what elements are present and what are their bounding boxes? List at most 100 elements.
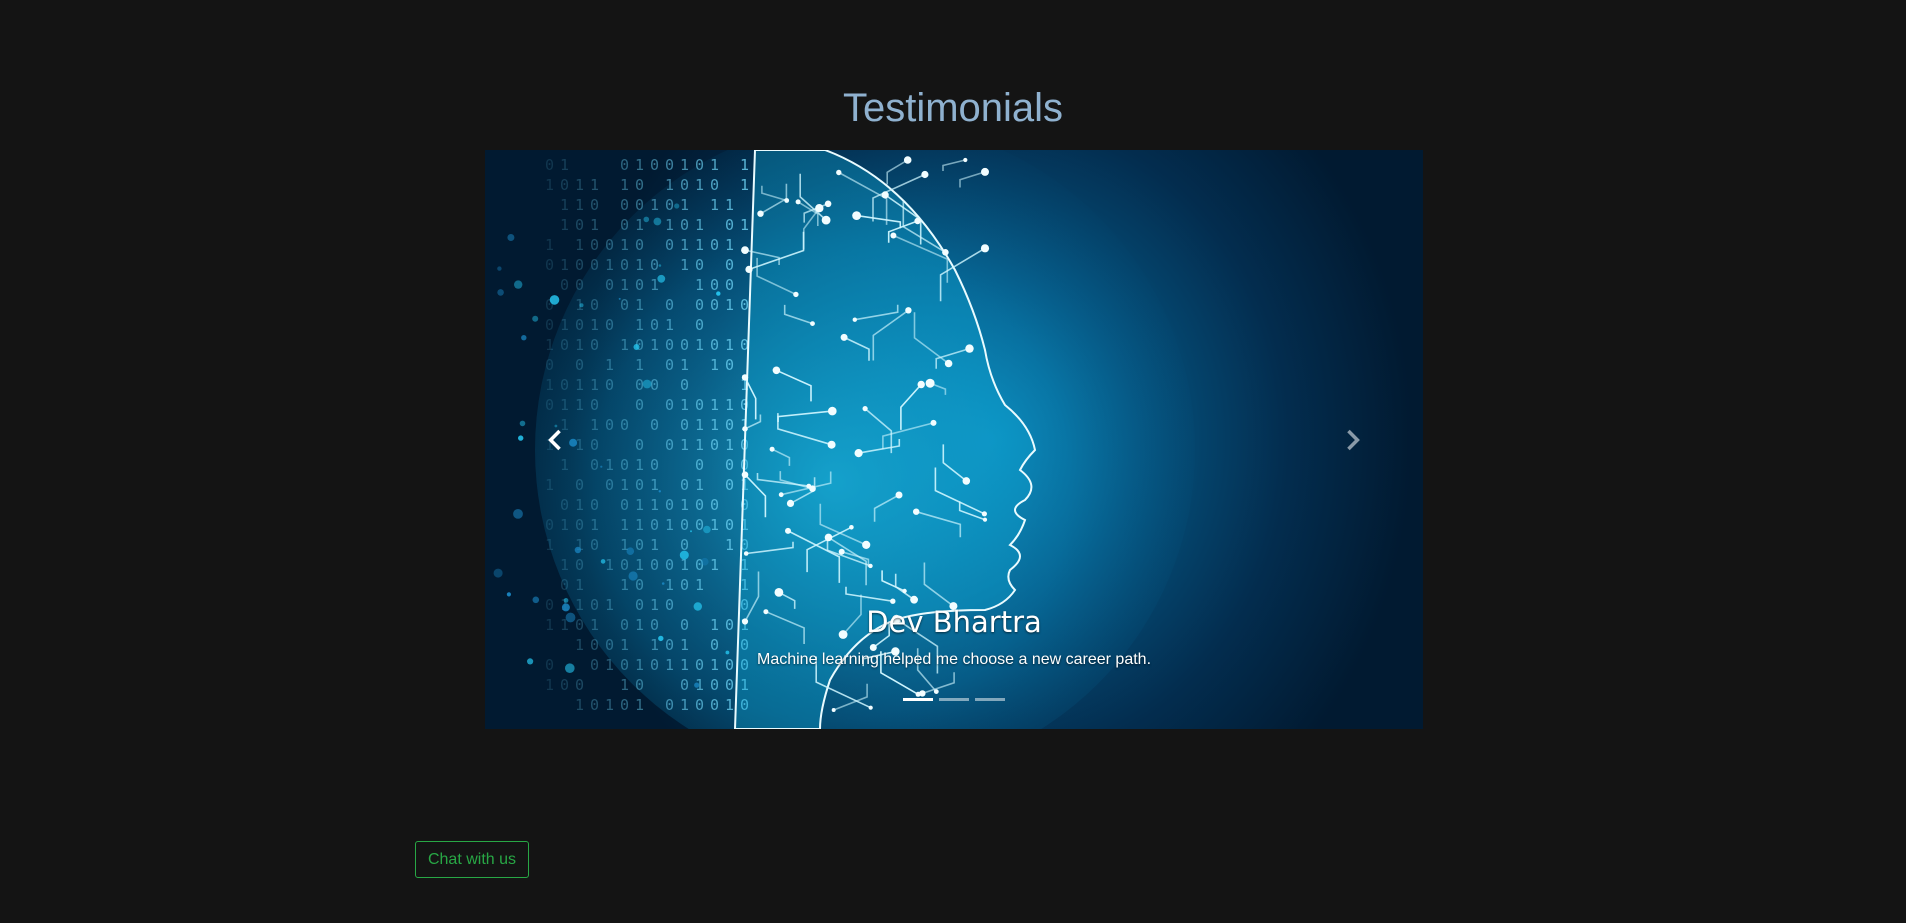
- binary-digit: 0: [725, 216, 734, 234]
- binary-digit: 1: [725, 396, 734, 414]
- binary-digit: 0: [695, 296, 704, 314]
- circuit-node: [895, 491, 903, 499]
- binary-digit: 1: [725, 336, 734, 354]
- particle-dot: [643, 216, 650, 223]
- binary-digit: 0: [680, 576, 689, 594]
- circuit-node: [806, 483, 812, 489]
- chat-with-us-button[interactable]: Chat with us: [415, 841, 529, 878]
- binary-digit: 0: [635, 176, 644, 194]
- binary-digit: 1: [740, 176, 749, 194]
- section-title: Testimonials: [842, 86, 1064, 130]
- binary-digit: 0: [710, 176, 719, 194]
- circuit-node: [917, 380, 925, 389]
- binary-digit: 0: [680, 516, 689, 534]
- circuit-node: [831, 708, 836, 712]
- binary-digit: 1: [710, 516, 719, 534]
- binary-digit: 1: [725, 236, 734, 254]
- binary-digit: 1: [710, 356, 719, 374]
- chevron-left-icon: [548, 429, 561, 450]
- particle-dot: [633, 344, 640, 350]
- circuit-node: [824, 533, 833, 542]
- binary-digit: 0: [665, 556, 674, 574]
- circuit-node: [795, 199, 801, 205]
- circuit-node: [925, 378, 935, 388]
- binary-digit: 1: [695, 236, 704, 254]
- circuit-node: [890, 232, 897, 239]
- binary-digit: 0: [695, 156, 704, 174]
- circuit-node: [862, 406, 868, 412]
- binary-digit: 1: [635, 556, 644, 574]
- binary-digit: 1: [665, 216, 674, 234]
- carousel-indicator-2[interactable]: [939, 698, 969, 701]
- circuit-node: [741, 471, 749, 479]
- circuit-node: [824, 200, 832, 208]
- binary-digit: 0: [650, 556, 659, 574]
- binary-digit: 0: [710, 436, 719, 454]
- circuit-node: [965, 344, 974, 353]
- binary-digit: 1: [665, 316, 674, 334]
- circuit-node: [745, 265, 753, 273]
- binary-digit: 1: [695, 216, 704, 234]
- slide-caption: Dev Bhartra Machine learning helped me c…: [485, 602, 1423, 672]
- circuit-node: [868, 563, 873, 569]
- particle-dot: [657, 274, 666, 283]
- binary-digit: 0: [725, 356, 734, 374]
- binary-digit: 1: [725, 296, 734, 314]
- binary-digit: 1: [635, 216, 644, 234]
- binary-digit: 1: [650, 196, 659, 214]
- carousel-indicators: [485, 698, 1423, 701]
- circuit-node: [933, 689, 939, 694]
- circuit-node: [785, 527, 791, 534]
- particle-dot: [658, 264, 662, 267]
- circuit-node: [982, 517, 988, 522]
- testimonial-carousel: 0110001010110101011011101001110110110110…: [485, 150, 1423, 729]
- carousel-indicator-1[interactable]: [903, 698, 933, 701]
- circuit-node: [838, 548, 845, 555]
- binary-digit: 0: [710, 336, 719, 354]
- page: Testimonials 011000101011010101101110100…: [0, 0, 1906, 923]
- circuit-node: [769, 446, 775, 452]
- carousel-indicator-3[interactable]: [975, 698, 1005, 701]
- circuit-node: [914, 217, 921, 225]
- binary-digit: 1: [695, 336, 704, 354]
- binary-digit: 1: [710, 196, 719, 214]
- binary-digit: 1: [710, 156, 719, 174]
- binary-digit: 0: [650, 316, 659, 334]
- circuit-node: [903, 156, 912, 164]
- circuit-node: [902, 588, 907, 594]
- circuit-node: [840, 333, 848, 341]
- circuit-node: [786, 499, 795, 507]
- circuit-node: [741, 374, 749, 381]
- binary-digit: 0: [665, 496, 674, 514]
- binary-digit: 1: [635, 356, 644, 374]
- binary-digit: 0: [635, 676, 644, 694]
- circuit-node: [981, 511, 987, 517]
- binary-digit: 1: [680, 156, 689, 174]
- binary-digit: 0: [680, 216, 689, 234]
- particle-dot: [674, 203, 680, 209]
- binary-digit: 1: [665, 576, 674, 594]
- binary-digit: 1: [665, 516, 674, 534]
- binary-digit: 0: [710, 296, 719, 314]
- binary-digit: 1: [635, 496, 644, 514]
- binary-digit: 1: [635, 296, 644, 314]
- binary-digit: 0: [665, 236, 674, 254]
- binary-digit: 1: [695, 476, 704, 494]
- binary-digit: 1: [725, 196, 734, 214]
- circuit-node: [980, 244, 990, 253]
- circuit-node: [881, 191, 889, 199]
- binary-digit: 1: [725, 536, 734, 554]
- binary-digit: 0: [695, 456, 704, 474]
- binary-digit: 1: [680, 396, 689, 414]
- binary-digit: 1: [665, 176, 674, 194]
- particle-dot: [690, 530, 692, 533]
- circuit-node: [944, 359, 953, 368]
- binary-digit: 0: [725, 416, 734, 434]
- binary-digit: 1: [740, 156, 749, 174]
- circuit-node: [962, 477, 971, 485]
- circuit-node: [849, 525, 854, 530]
- binary-digit: 0: [695, 396, 704, 414]
- binary-digit: 0: [665, 436, 674, 454]
- binary-digit: 0: [635, 236, 644, 254]
- circuit-node: [784, 198, 790, 203]
